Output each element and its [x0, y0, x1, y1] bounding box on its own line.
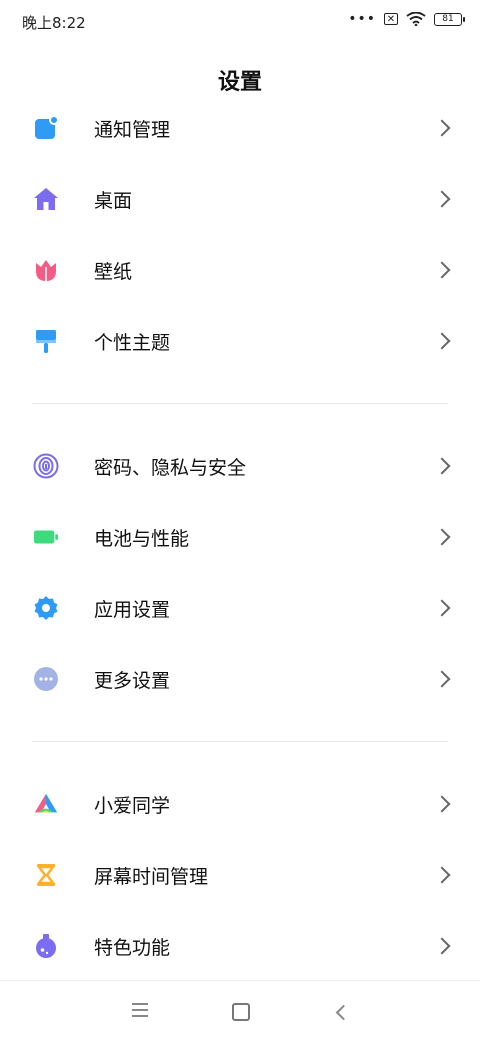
settings-item-label: 电池与性能 — [94, 527, 190, 550]
settings-item-privacy-security[interactable]: 密码、隐私与安全 — [0, 434, 480, 498]
more-icon — [33, 666, 59, 692]
fingerprint-icon — [33, 453, 59, 479]
settings-item-label: 屏幕时间管理 — [94, 865, 209, 888]
chevron-right-icon — [433, 937, 451, 955]
chevron-right-icon — [433, 670, 451, 688]
tulip-icon — [33, 257, 59, 283]
settings-item-wallpaper[interactable]: 壁纸 — [0, 238, 480, 302]
more-dots-icon: ••• — [348, 11, 376, 27]
no-sim-icon: ✕ — [384, 13, 398, 25]
section-divider — [32, 741, 448, 742]
battery-status-icon: 81 — [434, 12, 465, 26]
gear-icon — [33, 595, 59, 621]
settings-item-label: 密码、隐私与安全 — [94, 456, 247, 479]
back-icon[interactable] — [335, 1004, 352, 1021]
flask-icon — [33, 933, 59, 959]
chevron-right-icon — [433, 119, 451, 137]
status-bar: 晚上8:22 ••• ✕ 81 — [0, 0, 480, 44]
settings-item-label: 特色功能 — [94, 936, 171, 959]
settings-item-more-settings[interactable]: 更多设置 — [0, 647, 480, 711]
chevron-right-icon — [433, 332, 451, 350]
home-icon — [33, 186, 59, 212]
settings-item-label: 个性主题 — [94, 331, 171, 354]
settings-item-notifications[interactable]: 通知管理 — [0, 96, 480, 160]
settings-item-battery-performance[interactable]: 电池与性能 — [0, 505, 480, 569]
wifi-icon — [406, 12, 426, 26]
settings-item-app-settings[interactable]: 应用设置 — [0, 576, 480, 640]
chevron-right-icon — [433, 261, 451, 279]
settings-item-xiaoai[interactable]: 小爱同学 — [0, 772, 480, 836]
status-icons: ••• ✕ 81 — [348, 11, 465, 27]
settings-item-label: 通知管理 — [94, 118, 171, 141]
settings-item-special-features[interactable]: 特色功能 — [0, 914, 480, 978]
chevron-right-icon — [433, 457, 451, 475]
chevron-right-icon — [433, 528, 451, 546]
battery-icon — [33, 524, 59, 550]
home-button-icon[interactable] — [232, 1003, 250, 1021]
settings-item-themes[interactable]: 个性主题 — [0, 309, 480, 373]
settings-item-label: 应用设置 — [94, 598, 171, 621]
menu-icon[interactable] — [132, 1003, 148, 1021]
paintbrush-icon — [33, 328, 59, 354]
settings-item-screen-time[interactable]: 屏幕时间管理 — [0, 843, 480, 907]
navigation-bar — [0, 980, 480, 1041]
xiaoai-icon — [33, 791, 59, 817]
page-title: 设置 — [217, 70, 262, 95]
section-divider — [32, 403, 448, 404]
chevron-right-icon — [433, 795, 451, 813]
chevron-right-icon — [433, 866, 451, 884]
settings-item-label: 壁纸 — [94, 260, 133, 283]
chevron-right-icon — [433, 190, 451, 208]
hourglass-icon — [33, 862, 59, 888]
settings-item-label: 桌面 — [94, 189, 133, 212]
settings-item-desktop[interactable]: 桌面 — [0, 167, 480, 231]
notification-icon — [33, 115, 59, 141]
settings-item-label: 更多设置 — [94, 669, 171, 692]
settings-item-label: 小爱同学 — [94, 794, 171, 817]
chevron-right-icon — [433, 599, 451, 617]
status-time: 晚上8:22 — [22, 14, 86, 32]
